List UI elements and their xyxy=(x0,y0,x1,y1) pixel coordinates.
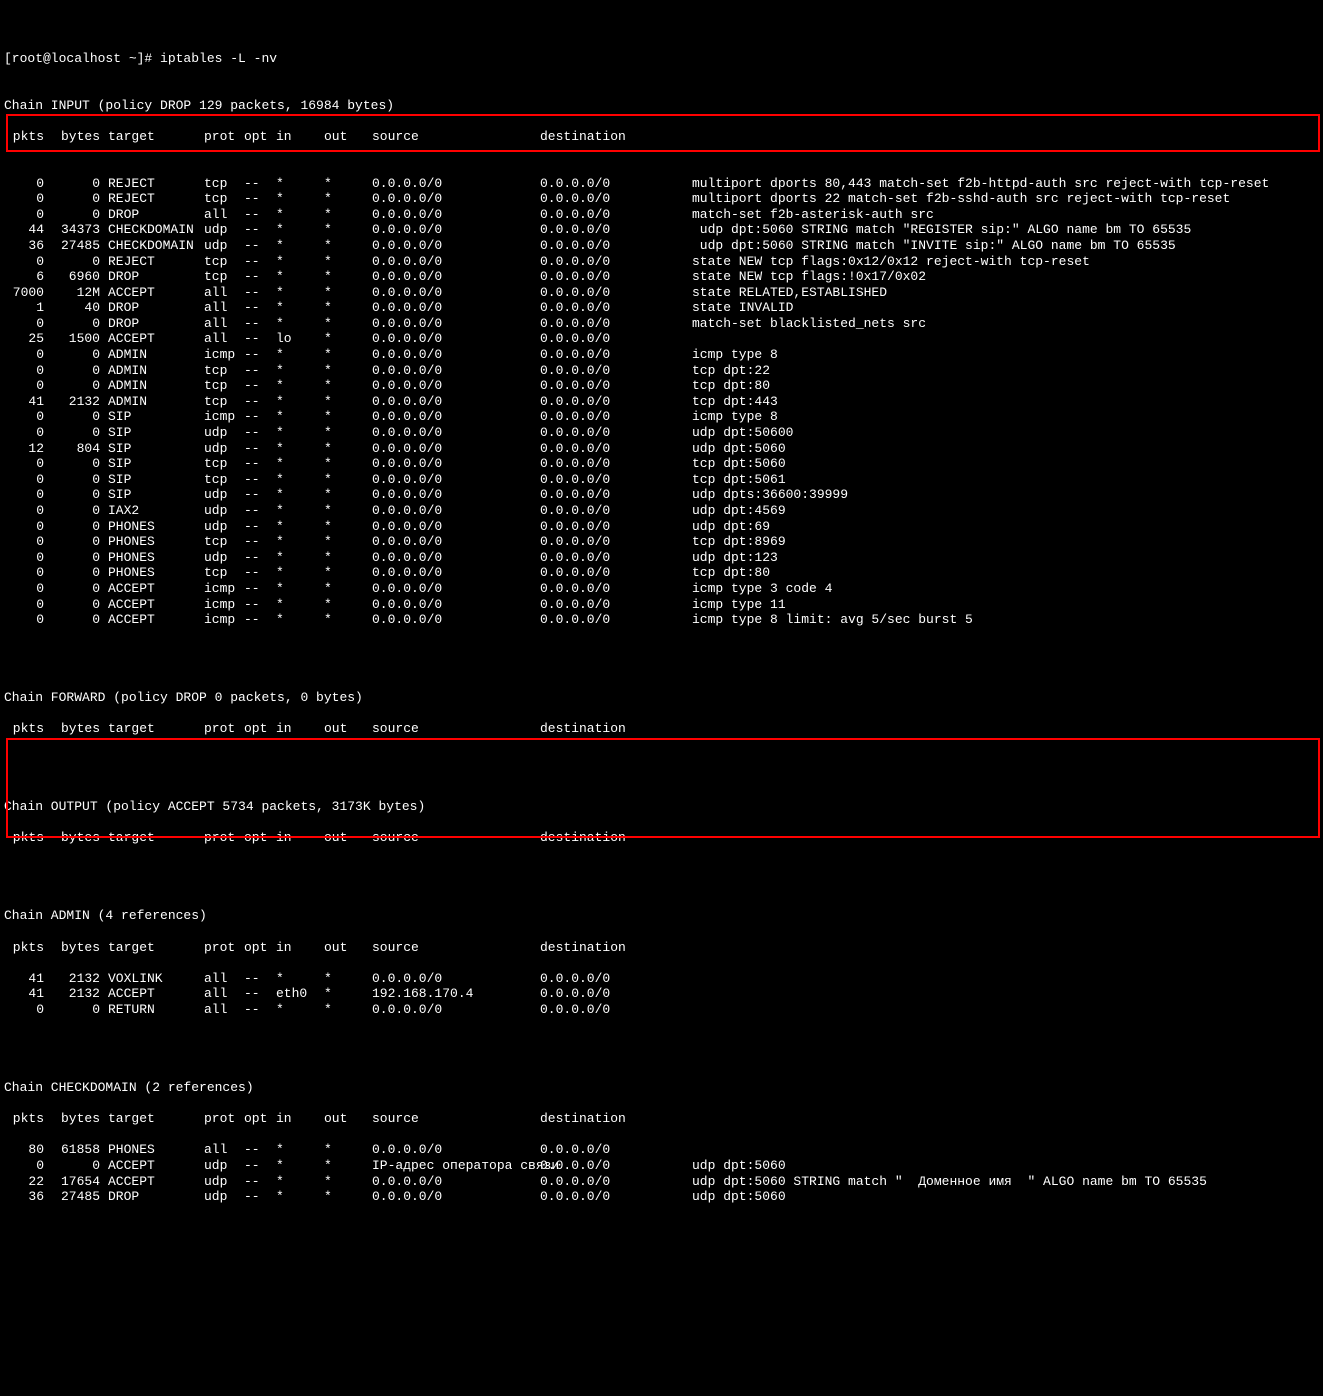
rule-row: 00ADMINicmp--**0.0.0.0/00.0.0.0/0icmp ty… xyxy=(4,347,1319,363)
chain-input-header: Chain INPUT (policy DROP 129 packets, 16… xyxy=(4,98,1319,114)
blank-line xyxy=(4,768,1319,784)
chain-output-header: Chain OUTPUT (policy ACCEPT 5734 packets… xyxy=(4,799,1319,815)
rule-row: 00REJECTtcp--**0.0.0.0/00.0.0.0/0multipo… xyxy=(4,176,1319,192)
rule-row: 3627485DROPudp--**0.0.0.0/00.0.0.0/0udp … xyxy=(4,1189,1319,1205)
rule-row: 00SIPtcp--**0.0.0.0/00.0.0.0/0tcp dpt:50… xyxy=(4,472,1319,488)
rule-row: 00ADMINtcp--**0.0.0.0/00.0.0.0/0tcp dpt:… xyxy=(4,363,1319,379)
rule-row: 00PHONEStcp--**0.0.0.0/00.0.0.0/0tcp dpt… xyxy=(4,534,1319,550)
rule-row: 00SIPudp--**0.0.0.0/00.0.0.0/0udp dpts:3… xyxy=(4,487,1319,503)
prompt-line: [root@localhost ~]# iptables -L -nv xyxy=(4,51,1319,67)
rule-row: 00REJECTtcp--**0.0.0.0/00.0.0.0/0multipo… xyxy=(4,191,1319,207)
rule-row: 412132ACCEPTall--eth0*192.168.170.40.0.0… xyxy=(4,986,1319,1002)
blank-line xyxy=(4,659,1319,675)
rule-row: 00SIPudp--**0.0.0.0/00.0.0.0/0udp dpt:50… xyxy=(4,425,1319,441)
command: iptables -L -nv xyxy=(160,51,277,66)
rule-row: 00PHONESudp--**0.0.0.0/00.0.0.0/0udp dpt… xyxy=(4,550,1319,566)
column-headers: pktsbytestargetprotoptinoutsourcedestina… xyxy=(4,1111,1319,1127)
rule-row: 00ACCEPTicmp--**0.0.0.0/00.0.0.0/0icmp t… xyxy=(4,612,1319,628)
rule-row: 3627485CHECKDOMAINudp--**0.0.0.0/00.0.0.… xyxy=(4,238,1319,254)
rule-row: 12804SIPudp--**0.0.0.0/00.0.0.0/0udp dpt… xyxy=(4,441,1319,457)
rule-row: 8061858PHONESall--**0.0.0.0/00.0.0.0/0 xyxy=(4,1142,1319,1158)
rule-row: 4434373CHECKDOMAINudp--**0.0.0.0/00.0.0.… xyxy=(4,222,1319,238)
rule-row: 412132ADMINtcp--**0.0.0.0/00.0.0.0/0tcp … xyxy=(4,394,1319,410)
rule-row: 00DROPall--**0.0.0.0/00.0.0.0/0match-set… xyxy=(4,316,1319,332)
rule-row: 2217654ACCEPTudp--**0.0.0.0/00.0.0.0/0ud… xyxy=(4,1174,1319,1190)
rule-row: 140DROPall--**0.0.0.0/00.0.0.0/0state IN… xyxy=(4,300,1319,316)
rule-row: 00ACCEPTudp--**IP-адрес оператора связи0… xyxy=(4,1158,1319,1174)
rule-row: 00IAX2udp--**0.0.0.0/00.0.0.0/0udp dpt:4… xyxy=(4,503,1319,519)
rule-row: 700012MACCEPTall--**0.0.0.0/00.0.0.0/0st… xyxy=(4,285,1319,301)
terminal-output: [root@localhost ~]# iptables -L -nv Chai… xyxy=(4,20,1319,1283)
rule-row: 00RETURNall--**0.0.0.0/00.0.0.0/0 xyxy=(4,1002,1319,1018)
rule-row: 251500ACCEPTall--lo*0.0.0.0/00.0.0.0/0 xyxy=(4,331,1319,347)
chain-admin-header: Chain ADMIN (4 references) xyxy=(4,908,1319,924)
rule-row: 412132VOXLINKall--**0.0.0.0/00.0.0.0/0 xyxy=(4,971,1319,987)
column-headers: pktsbytestargetprotoptinoutsourcedestina… xyxy=(4,830,1319,846)
blank-line xyxy=(4,1049,1319,1065)
rule-row: 00ACCEPTicmp--**0.0.0.0/00.0.0.0/0icmp t… xyxy=(4,581,1319,597)
highlight-box-2 xyxy=(6,738,1320,838)
chain-forward-header: Chain FORWARD (policy DROP 0 packets, 0 … xyxy=(4,690,1319,706)
rule-row: 00PHONESudp--**0.0.0.0/00.0.0.0/0udp dpt… xyxy=(4,519,1319,535)
rule-row: 00DROPall--**0.0.0.0/00.0.0.0/0match-set… xyxy=(4,207,1319,223)
column-headers: pktsbytestargetprotoptinoutsourcedestina… xyxy=(4,129,1319,145)
chain-checkdomain-header: Chain CHECKDOMAIN (2 references) xyxy=(4,1080,1319,1096)
blank-line xyxy=(4,877,1319,893)
rule-row: 00ADMINtcp--**0.0.0.0/00.0.0.0/0tcp dpt:… xyxy=(4,378,1319,394)
rule-row: 66960DROPtcp--**0.0.0.0/00.0.0.0/0state … xyxy=(4,269,1319,285)
rule-row: 00SIPicmp--**0.0.0.0/00.0.0.0/0icmp type… xyxy=(4,409,1319,425)
column-headers: pktsbytestargetprotoptinoutsourcedestina… xyxy=(4,940,1319,956)
rule-row: 00PHONEStcp--**0.0.0.0/00.0.0.0/0tcp dpt… xyxy=(4,565,1319,581)
rule-row: 00ACCEPTicmp--**0.0.0.0/00.0.0.0/0icmp t… xyxy=(4,597,1319,613)
rule-row: 00SIPtcp--**0.0.0.0/00.0.0.0/0tcp dpt:50… xyxy=(4,456,1319,472)
prompt: [root@localhost ~]# xyxy=(4,51,160,66)
rule-row: 00REJECTtcp--**0.0.0.0/00.0.0.0/0state N… xyxy=(4,254,1319,270)
column-headers: pktsbytestargetprotoptinoutsourcedestina… xyxy=(4,721,1319,737)
